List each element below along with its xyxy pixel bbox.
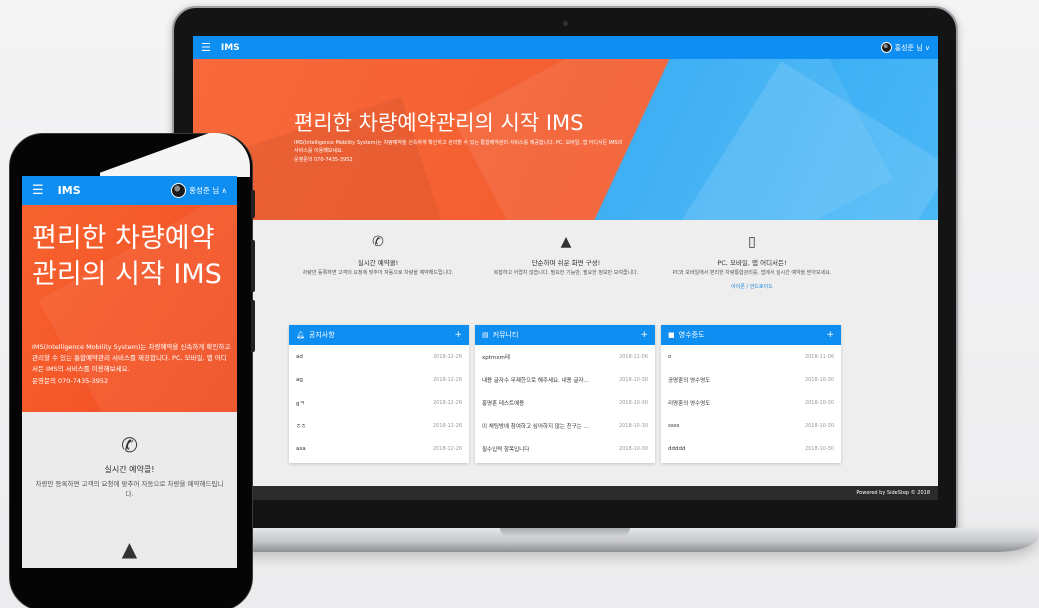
laptop-screen: ☰ IMS 홍성준 님 ∨ 편리한 차량예약관리의 시작 IMS IMS(Int… (193, 36, 938, 500)
list-item[interactable]: ddddd 2018-10-30 (661, 437, 841, 460)
phone-call-icon: ✆ (372, 234, 384, 250)
user-menu[interactable]: 홍성준 님 ∧ (171, 183, 227, 198)
briefcase-icon: ■ (668, 331, 675, 339)
phone-side-button (251, 240, 255, 292)
hero-banner: 편리한 차량예약관리의 시작 IMS IMS(Intelligence Mobi… (193, 59, 938, 220)
feature-anywhere: ▯ PC, 모바일, 앱 어디서든! PC와 모바일에서 편리한 차량통합관리를… (667, 234, 837, 290)
feature-title: PC, 모바일, 앱 어디서든! (717, 259, 787, 267)
card-header: ▤ 커뮤니티 + (475, 325, 655, 345)
list-item[interactable]: 홍명훈 테스트예용 2018-10-30 (475, 391, 655, 414)
card-title: 영수증도 (678, 331, 705, 339)
avatar (171, 183, 187, 198)
list-item[interactable]: ad 2018-12-26 (289, 345, 469, 368)
feature-title: 실시간 예약콜! (357, 259, 399, 267)
feature-desc: 복잡하고 어렵지 않습니다. 필요한 기능만, 필요한 정보만 보여줍니다. (493, 270, 639, 276)
card-header: ■ 영수증도 + (661, 325, 841, 345)
feature-simple: ▲ (22, 538, 237, 560)
avatar (880, 42, 892, 53)
list-item[interactable]: asa 2018-12-26 (289, 437, 469, 460)
hero-description: IMS(Intelligence Mobility System)는 차량예약을… (32, 343, 231, 373)
laptop-appbar: ☰ IMS 홍성준 님 ∨ (193, 36, 938, 59)
chat-icon: ▤ (482, 331, 489, 339)
card-title: 커뮤니티 (492, 331, 519, 339)
list-item[interactable]: ㅎㅎ 2018-12-26 (289, 414, 469, 437)
list-item[interactable]: 공명훈의 영수영도 2018-10-30 (661, 368, 841, 391)
hero-title: 편리한 차량예약관리의 시작 IMS (294, 111, 584, 135)
list-item[interactable]: ssss 2018-10-30 (661, 414, 841, 437)
app-title: IMS (57, 184, 81, 197)
receipt-card: ■ 영수증도 + o 2018-11-06 공명훈의 영수영도 2018-10-30… (661, 325, 841, 463)
feature-title: 단순하며 쉬운 화면 구성! (531, 259, 601, 267)
feature-simple: ▲ 단순하며 쉬운 화면 구성! 복잡하고 어렵지 않습니다. 필요한 기능만,… (481, 234, 651, 277)
add-button[interactable]: + (640, 330, 648, 340)
phone-appbar: ☰ IMS 홍성준 님 ∧ (22, 176, 237, 205)
menu-icon[interactable]: ☰ (32, 183, 44, 198)
list-item[interactable]: ag 2018-12-26 (289, 368, 469, 391)
menu-icon[interactable]: ☰ (201, 41, 211, 54)
list-item[interactable]: o 2018-11-06 (661, 345, 841, 368)
list-item[interactable]: 이 채팅방에 참여하고 싶어하지 않는 친구는 ... 2018-10-30 (475, 414, 655, 437)
shapes-icon: ▲ (560, 234, 572, 250)
feature-realtime: ✆ 실시간 예약콜! 차량만 등록하면 고객의 요청에 맞추어 자동으로 차량을… (22, 434, 237, 499)
laptop-notch (500, 528, 630, 537)
community-card: ▤ 커뮤니티 + xptmxm테 2018-11-06 내용 글자수 무제한으로 … (475, 325, 655, 463)
hero-contact: 운영문의 070-7435-3952 (32, 377, 109, 385)
hero-description: IMS(Intelligence Mobility System)는 차량예약을… (294, 140, 623, 154)
list-item[interactable]: 내용 글자수 무제한으로 해주세요. 내용 글자... 2018-10-30 (475, 368, 655, 391)
phone-screen: ☰ IMS 홍성준 님 ∧ 편리한 차량예약관리의 시작 IMS IMS(Int… (22, 176, 237, 568)
app-download-link[interactable]: 아이폰 / 안드로이드 (667, 283, 837, 290)
phone-call-icon: ✆ (121, 433, 138, 457)
hero-contact: 운영문의 070-7435-3952 (294, 157, 353, 163)
feature-realtime: ✆ 실시간 예약콜! 차량만 등록하면 고객의 요청에 맞추어 자동으로 차량을… (293, 234, 463, 277)
feature-desc: 차량만 등록하면 고객의 요청에 맞추어 자동으로 차량을 예약해드립니다. (35, 480, 224, 498)
list-item[interactable]: gㅋ 2018-12-26 (289, 391, 469, 414)
phone-glare (100, 133, 250, 177)
hero-title: 편리한 차량예약관리의 시작 IMS (32, 223, 222, 290)
feature-desc: PC와 모바일에서 편리한 차량통합관리를, 앱에서 실시간 예약을 받아보세요… (672, 270, 832, 276)
list-item[interactable]: 필수입력 항목입니다 2018-10-30 (475, 437, 655, 460)
bell-icon: 🔔︎ (296, 331, 305, 339)
user-menu[interactable]: 홍성준 님 ∨ (880, 42, 930, 53)
notice-card: 🔔︎ 공지사항 + ad 2018-12-26 ag 2018-12-26 gㅋ 20… (289, 325, 469, 463)
feature-desc: 차량만 등록하면 고객의 요청에 맞추어 자동으로 차량을 예약해드립니다. (302, 270, 454, 276)
phone-side-button (251, 190, 255, 218)
phone-side-button (251, 300, 255, 352)
user-name: 홍성준 님 ∨ (894, 43, 930, 52)
card-header: 🔔︎ 공지사항 + (289, 325, 469, 345)
shapes-icon: ▲ (121, 537, 138, 561)
list-item[interactable]: 리명훈의 영수영도 2018-10-30 (661, 391, 841, 414)
app-title: IMS (220, 42, 240, 53)
list-item[interactable]: xptmxm테 2018-11-06 (475, 345, 655, 368)
hero-banner: 편리한 차량예약관리의 시작 IMS IMS(Intelligence Mobi… (22, 205, 237, 412)
user-name: 홍성준 님 ∧ (189, 186, 227, 195)
footer: Powered by SideStep © 2018 (193, 486, 938, 500)
mobile-device-icon: ▯ (748, 234, 756, 250)
feature-title: 실시간 예약콜! (104, 465, 155, 474)
add-button[interactable]: + (454, 330, 462, 340)
laptop-camera (563, 21, 568, 26)
card-title: 공지사항 (308, 331, 335, 339)
add-button[interactable]: + (826, 330, 834, 340)
